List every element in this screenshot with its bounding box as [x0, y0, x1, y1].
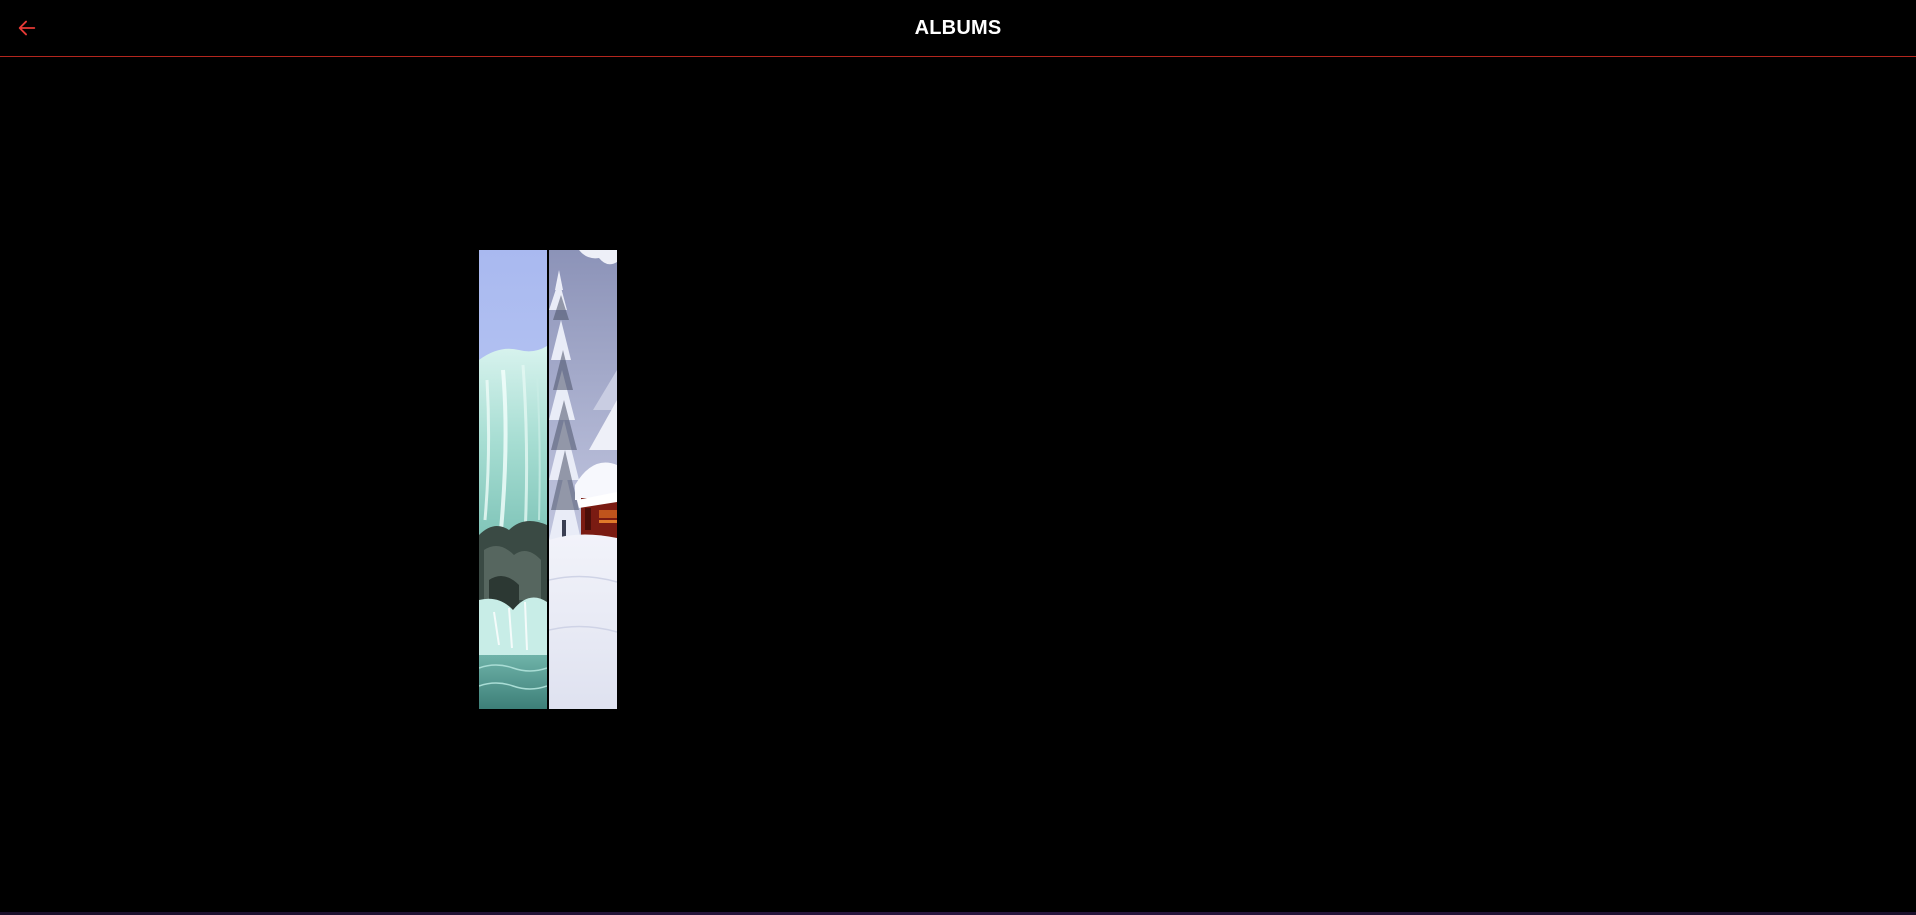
top-app-bar: ALBUMS: [0, 0, 1916, 57]
album-thumbnail-waterfall[interactable]: [479, 250, 547, 709]
page-title: ALBUMS: [914, 17, 1002, 39]
snowy-cabin-landscape-image: [549, 250, 617, 709]
album-thumbnail-snowy-cabin[interactable]: [549, 250, 617, 709]
waterfall-landscape-image: [479, 250, 547, 709]
albums-screen: ALBUMS: [0, 0, 1916, 915]
